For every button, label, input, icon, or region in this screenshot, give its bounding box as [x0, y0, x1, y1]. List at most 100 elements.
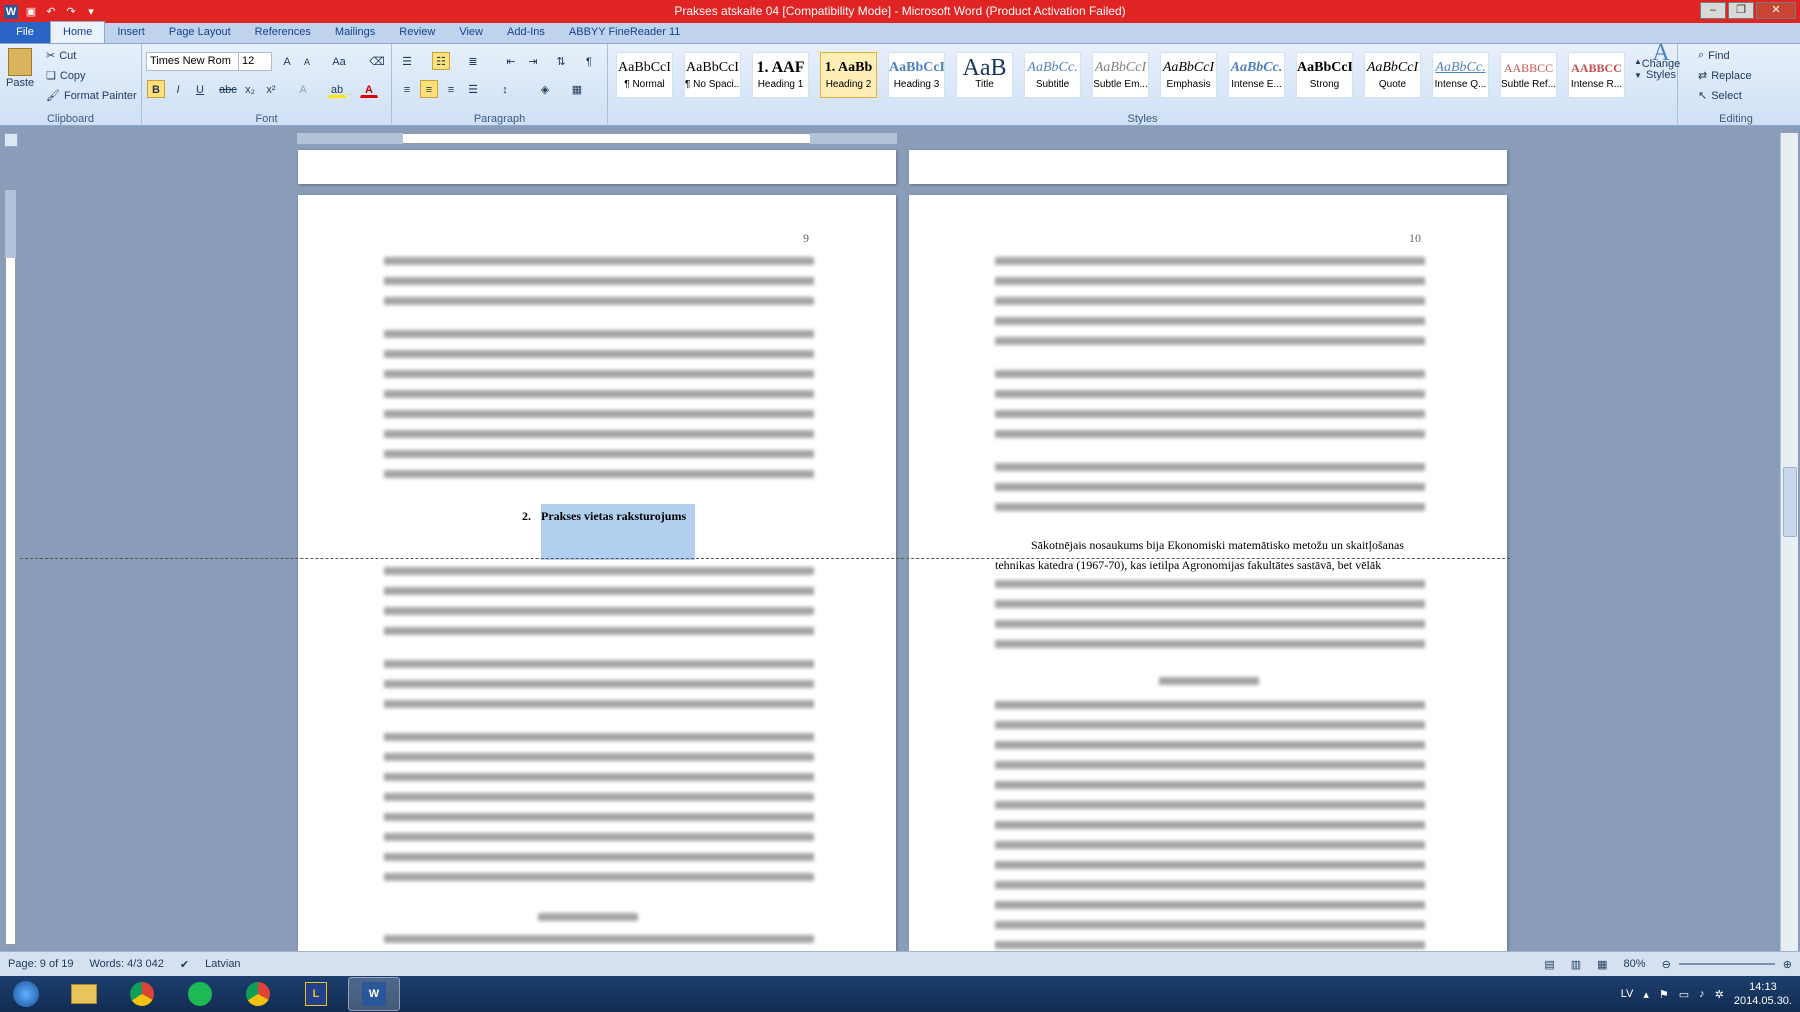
chrome-icon[interactable]	[232, 977, 284, 1011]
style-strong[interactable]: AaBbCcI Strong	[1296, 52, 1353, 98]
grow-font-icon[interactable]: A	[278, 52, 296, 70]
align-center-icon[interactable]: ≡	[420, 80, 438, 98]
style-heading-3[interactable]: AaBbCcI Heading 3	[888, 52, 945, 98]
style-subtle-reference[interactable]: AABBCC Subtle Ref...	[1500, 52, 1557, 98]
format-painter-button[interactable]: 🖌 Format Painter	[46, 89, 137, 103]
italic-icon[interactable]: I	[169, 80, 187, 98]
decrease-indent-icon[interactable]: ⇤	[502, 52, 520, 70]
lingvo-icon[interactable]: L	[290, 977, 342, 1011]
explorer-icon[interactable]	[58, 977, 110, 1011]
tab-home[interactable]: Home	[50, 21, 106, 43]
tab-add-ins[interactable]: Add-Ins	[495, 22, 557, 43]
flag-icon[interactable]: ⚑	[1659, 988, 1669, 1001]
section-heading[interactable]: 2. Prakses vietas raksturojums	[522, 509, 686, 524]
tab-review[interactable]: Review	[387, 22, 447, 43]
word-icon[interactable]: W	[348, 977, 400, 1011]
style-subtitle[interactable]: AaBbCc. Subtitle	[1024, 52, 1081, 98]
text-effects-icon[interactable]: A	[294, 80, 312, 98]
numbering-icon[interactable]: ☷	[432, 52, 450, 70]
shrink-font-icon[interactable]: A	[298, 52, 316, 70]
multilevel-list-icon[interactable]: ≣	[464, 52, 482, 70]
save-icon[interactable]: ▣	[24, 5, 38, 19]
proofing-icon[interactable]: ✔	[172, 958, 197, 971]
paste-button[interactable]: Paste	[6, 48, 34, 89]
copy-button[interactable]: ❏ Copy	[46, 69, 86, 83]
scrollbar-thumb[interactable]	[1783, 467, 1797, 537]
select-button[interactable]: ↖ Select	[1698, 89, 1742, 103]
subscript-icon[interactable]: x₂	[241, 80, 259, 98]
start-icon[interactable]	[0, 977, 52, 1011]
style-intense-quote[interactable]: AaBbCc. Intense Q...	[1432, 52, 1489, 98]
style-intense-reference[interactable]: AABBCC Intense R...	[1568, 52, 1625, 98]
tab-view[interactable]: View	[447, 22, 495, 43]
font-family-select[interactable]: Times New Rom	[146, 52, 239, 71]
clock[interactable]: 14:13 2014.05.30.	[1734, 980, 1792, 1008]
shading-icon[interactable]: ◈	[536, 80, 554, 98]
zoom-out-icon[interactable]: ⊖	[1654, 958, 1679, 971]
bold-icon[interactable]: B	[147, 80, 165, 98]
zoom-level[interactable]: 80%	[1616, 958, 1654, 970]
tab-references[interactable]: References	[243, 22, 323, 43]
style-no-spacing[interactable]: AaBbCcI ¶ No Spaci...	[684, 52, 741, 98]
change-styles-button[interactable]: A Change Styles	[1642, 41, 1681, 81]
volume-icon[interactable]: ♪	[1699, 988, 1705, 1000]
undo-icon[interactable]: ↶	[44, 5, 58, 19]
replace-button[interactable]: ⇄ Replace	[1698, 69, 1752, 83]
redo-icon[interactable]: ↷	[64, 5, 78, 19]
font-color-icon[interactable]: A	[360, 80, 378, 98]
increase-indent-icon[interactable]: ⇥	[524, 52, 542, 70]
language-indicator[interactable]: Latvian	[197, 958, 248, 970]
superscript-icon[interactable]: x²	[262, 80, 280, 98]
style-emphasis[interactable]: AaBbCcI Emphasis	[1160, 52, 1217, 98]
align-left-icon[interactable]: ≡	[398, 80, 416, 98]
find-button[interactable]: ⌕ Find	[1698, 49, 1730, 62]
line-spacing-icon[interactable]: ↕	[496, 80, 514, 98]
tab-insert[interactable]: Insert	[105, 22, 157, 43]
borders-icon[interactable]: ▦	[568, 80, 586, 98]
underline-icon[interactable]: U	[191, 80, 209, 98]
language-indicator[interactable]: LV	[1621, 988, 1634, 1000]
chrome-icon[interactable]	[116, 977, 168, 1011]
tab-selector-icon[interactable]	[4, 133, 18, 147]
cut-button[interactable]: ✂ Cut	[46, 49, 76, 63]
vertical-scrollbar[interactable]	[1780, 133, 1798, 951]
style-subtle-emphasis[interactable]: AaBbCcI Subtle Em...	[1092, 52, 1149, 98]
highlight-icon[interactable]: ab	[328, 80, 346, 98]
network-icon[interactable]: ▭	[1679, 988, 1689, 1001]
font-size-select[interactable]: 12	[238, 52, 272, 71]
tab-file[interactable]: File	[0, 22, 50, 43]
minimize-icon[interactable]: –	[1700, 2, 1726, 19]
show-hidden-icons-icon[interactable]: ▴	[1643, 988, 1649, 1001]
bullets-icon[interactable]: ☰	[398, 52, 416, 70]
close-icon[interactable]: ✕	[1756, 2, 1796, 19]
style-heading-2[interactable]: 1. AaBb Heading 2	[820, 52, 877, 98]
restore-icon[interactable]: ❐	[1728, 2, 1754, 19]
page-indicator[interactable]: Page: 9 of 19	[0, 958, 81, 970]
spotify-icon[interactable]	[174, 977, 226, 1011]
page-9[interactable]: 9 2. Prakses vietas raksturojums	[298, 195, 896, 951]
full-screen-icon[interactable]: ▥	[1563, 958, 1589, 971]
word-count[interactable]: Words: 4/3 042	[81, 958, 171, 970]
align-right-icon[interactable]: ≡	[442, 80, 460, 98]
zoom-in-icon[interactable]: ⊕	[1775, 958, 1800, 971]
style-normal[interactable]: AaBbCcI ¶ Normal	[616, 52, 673, 98]
show-formatting-icon[interactable]: ¶	[580, 52, 598, 70]
style-title[interactable]: AaB Title	[956, 52, 1013, 98]
justify-icon[interactable]: ☰	[464, 80, 482, 98]
zoom-slider[interactable]	[1678, 963, 1775, 965]
previous-page-left[interactable]	[298, 150, 896, 184]
sort-icon[interactable]: ⇅	[552, 52, 570, 70]
style-intense-emphasis[interactable]: AaBbCc. Intense E...	[1228, 52, 1285, 98]
customize-icon[interactable]: ▾	[84, 5, 98, 19]
previous-page-right[interactable]	[909, 150, 1507, 184]
style-heading-1[interactable]: 1. AAF Heading 1	[752, 52, 809, 98]
tab-page-layout[interactable]: Page Layout	[157, 22, 243, 43]
print-layout-icon[interactable]: ▤	[1536, 958, 1562, 971]
sync-icon[interactable]: ✲	[1715, 988, 1724, 1001]
tab-abbyy[interactable]: ABBYY FineReader 11	[557, 22, 693, 43]
web-layout-icon[interactable]: ▦	[1589, 958, 1615, 971]
word-icon[interactable]: W	[4, 4, 18, 19]
clear-formatting-icon[interactable]: ⌫	[368, 52, 386, 70]
vertical-ruler[interactable]	[5, 190, 16, 945]
strikethrough-icon[interactable]: abc	[218, 80, 237, 98]
